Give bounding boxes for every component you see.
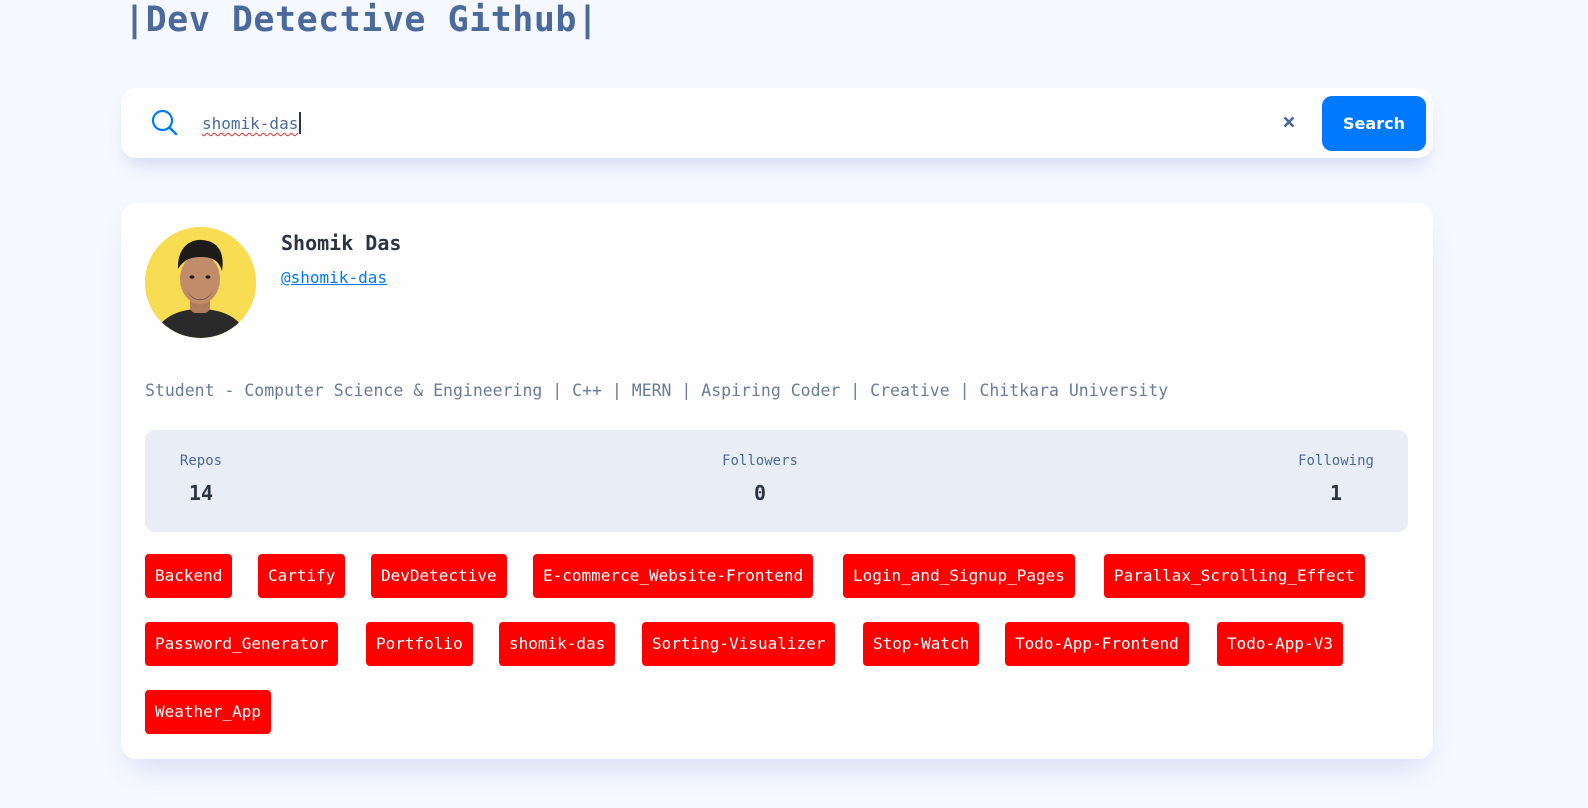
repo-tag[interactable]: Login_and_Signup_Pages xyxy=(843,554,1075,598)
repo-tag[interactable]: Password_Generator xyxy=(145,622,339,666)
search-button[interactable]: Search xyxy=(1322,96,1426,151)
profile-name: Shomik Das xyxy=(281,231,402,255)
repo-tag[interactable]: Todo-App-V3 xyxy=(1217,622,1343,666)
stats-panel: Repos 14 Followers 0 Following 1 xyxy=(145,430,1408,532)
stat-value: 0 xyxy=(753,481,767,505)
page-title: |Dev Detective Github| xyxy=(124,0,599,40)
search-icon xyxy=(151,109,179,137)
profile-card: Shomik Das @shomik-das Student - Compute… xyxy=(121,203,1433,759)
stat-value: 1 xyxy=(1329,481,1343,505)
repo-tag[interactable]: Weather_App xyxy=(145,690,271,734)
profile-bio: Student - Computer Science & Engineering… xyxy=(145,381,1169,400)
repo-tag[interactable]: Sorting-Visualizer xyxy=(642,622,836,666)
repo-tag[interactable]: shomik-das xyxy=(499,622,616,666)
stat-following: Following 1 xyxy=(1293,453,1379,505)
repo-tag[interactable]: DevDetective xyxy=(371,554,507,598)
close-icon[interactable]: × xyxy=(1279,112,1299,134)
search-input[interactable]: shomik-das xyxy=(202,112,302,134)
stat-label: Followers xyxy=(722,453,798,469)
stat-repos: Repos 14 xyxy=(173,453,229,505)
repo-tag[interactable]: E-commerce_Website-Frontend xyxy=(533,554,814,598)
repo-tag[interactable]: Cartify xyxy=(258,554,346,598)
avatar xyxy=(145,227,256,338)
search-input-text: shomik-das xyxy=(202,114,299,133)
stat-followers: Followers 0 xyxy=(715,453,805,505)
text-caret xyxy=(299,112,302,134)
stat-value: 14 xyxy=(188,481,214,505)
repo-tag[interactable]: Stop-Watch xyxy=(863,622,980,666)
profile-login-link[interactable]: @shomik-das xyxy=(281,268,387,287)
repo-tag[interactable]: Todo-App-Frontend xyxy=(1005,622,1189,666)
repo-tag[interactable]: Portfolio xyxy=(366,622,473,666)
stat-label: Repos xyxy=(179,453,223,469)
repo-tag[interactable]: Parallax_Scrolling_Effect xyxy=(1104,554,1365,598)
search-bar: shomik-das × Search xyxy=(121,88,1433,158)
repo-tag[interactable]: Backend xyxy=(145,554,233,598)
stat-label: Following xyxy=(1298,453,1374,469)
